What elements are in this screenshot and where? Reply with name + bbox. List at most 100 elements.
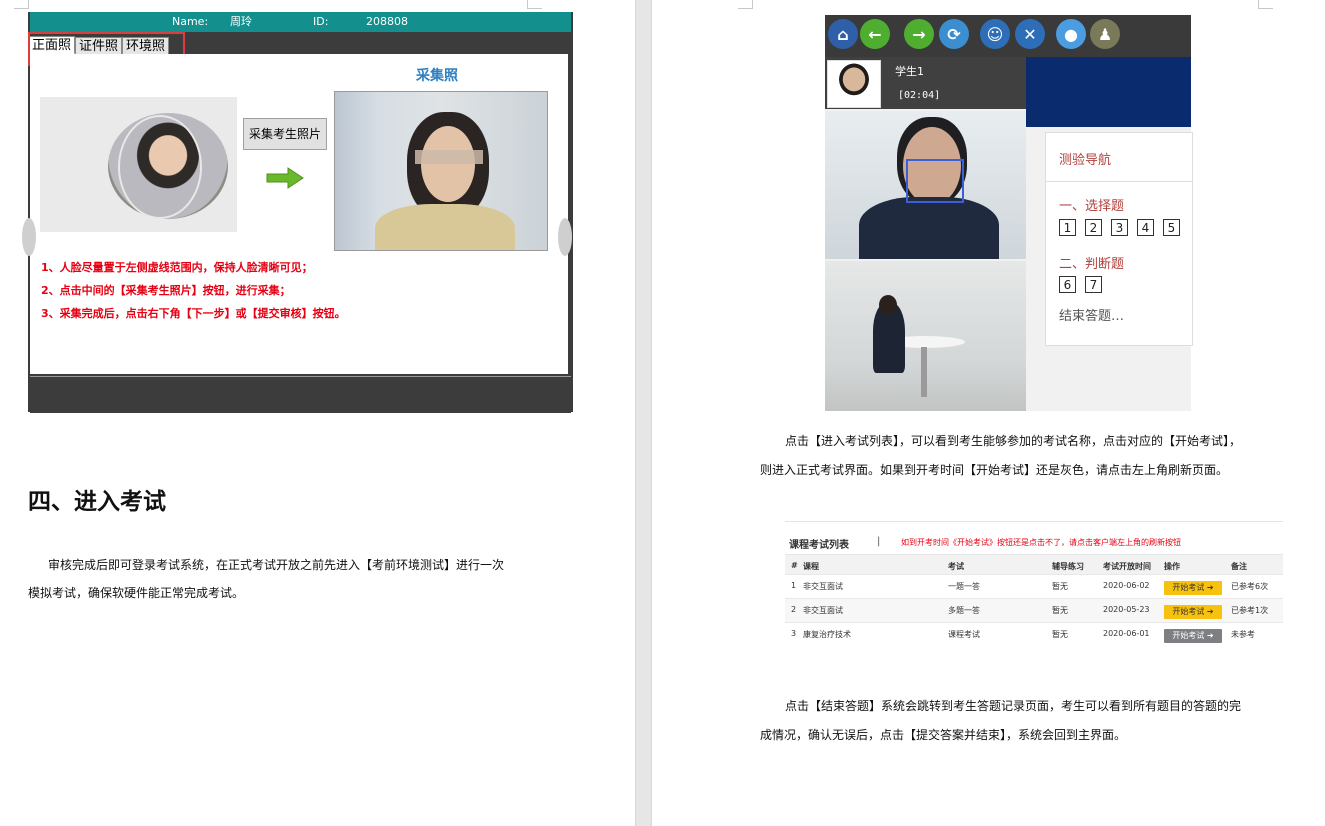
avatar-icon[interactable]: ♟ [1090, 19, 1120, 49]
face-camera-feed [825, 111, 1026, 259]
column-header: # [791, 561, 798, 570]
refresh-notice: 如到开考时间《开始考试》按钮还是点击不了，请点击客户端左上角的刷新按钮 [901, 538, 1181, 547]
page-gutter [635, 0, 652, 826]
column-header: 操作 [1164, 562, 1180, 571]
course-name: 康复治疗技术 [803, 630, 851, 639]
captured-photo [334, 91, 548, 251]
paragraph-line: 点击【进入考试列表】，可以看到考生能够参加的考试名称，点击对应的【开始考试】， [785, 434, 1242, 448]
note-cell: 已参考1次 [1231, 606, 1269, 615]
question-button-7[interactable]: 7 [1085, 276, 1102, 293]
course-name: 非交互面试 [803, 606, 843, 615]
document-page-left: Name: 周玲 ID: 208808 正面照 证件照 环境照 采集照 采集考生… [0, 0, 635, 826]
column-header: 辅导练习 [1052, 562, 1084, 571]
practice-cell: 暂无 [1052, 582, 1068, 591]
question-button-5[interactable]: 5 [1163, 219, 1180, 236]
instruction-line-1: 1、人脸尽量置于左侧虚线范围内，保持人脸清晰可见； [41, 261, 313, 274]
exam-toolbar: ⌂ ← → ⟳ ☺ ✕ ● ♟ [825, 15, 1191, 57]
quiz-nav-title: 测验导航 [1059, 153, 1112, 168]
accessibility-icon[interactable]: ☺ [980, 19, 1010, 49]
back-arrow-icon[interactable]: ← [860, 19, 890, 49]
course-list-title: 课程考试列表 [789, 540, 849, 551]
quiz-navigation-panel: 测验导航 一、选择题 1 2 3 4 5 二、判断题 6 7 结束答题… [1045, 132, 1193, 346]
paragraph-line: 则进入正式考试界面。如果到开考时间【开始考试】还是灰色，请点击左上角刷新页面。 [760, 463, 1229, 477]
divider [785, 521, 1283, 522]
scroll-handle-left[interactable] [22, 218, 36, 256]
exam-banner [1026, 57, 1191, 127]
question-button-1[interactable]: 1 [1059, 219, 1076, 236]
table-row: 1 非交互面试 一题一答 暂无 2020-06-02 开始考试 ➔ 已参考6次 [785, 574, 1283, 599]
crop-mark [14, 0, 29, 9]
column-header: 考试 [948, 562, 964, 571]
face-guide-preview [40, 97, 237, 232]
face-guide-outline [118, 115, 202, 219]
student-avatar [827, 60, 881, 108]
start-exam-button[interactable]: 开始考试 ➔ [1164, 605, 1222, 619]
exam-name: 多题一答 [948, 606, 980, 615]
start-exam-button-disabled[interactable]: 开始考试 ➔ [1164, 629, 1222, 643]
capture-title: 采集照 [416, 68, 458, 84]
divider [1046, 181, 1192, 182]
capture-photo-button[interactable]: 采集考生照片 [243, 118, 327, 150]
question-button-6[interactable]: 6 [1059, 276, 1076, 293]
face-detection-box [906, 159, 964, 203]
green-arrow-right-icon [266, 167, 304, 189]
start-exam-button[interactable]: 开始考试 ➔ [1164, 581, 1222, 595]
open-time: 2020-06-01 [1103, 629, 1150, 638]
open-time: 2020-06-02 [1103, 581, 1150, 590]
paragraph-line: 审核完成后即可登录考试系统，在正式考试开放之前先进入【考前环境测试】进行一次 [48, 558, 505, 572]
crop-mark [527, 0, 542, 9]
section-title-judgement: 二、判断题 [1059, 257, 1125, 272]
instruction-line-3: 3、采集完成后，点击右下角【下一步】或【提交审核】按钮。 [41, 307, 346, 320]
crop-mark [738, 0, 753, 9]
course-name: 非交互面试 [803, 582, 843, 591]
settings-icon[interactable]: ✕ [1015, 19, 1045, 49]
paragraph-line: 点击【结束答题】系统会跳转到考生答题记录页面，考生可以看到所有题目的答题的完 [785, 699, 1242, 713]
practice-cell: 暂无 [1052, 630, 1068, 639]
capture-header: Name: 周玲 ID: 208808 [30, 12, 571, 32]
section-heading: 四、进入考试 [28, 488, 166, 515]
column-header: 备注 [1231, 562, 1247, 571]
student-name: 学生1 [895, 65, 924, 78]
scroll-handle-right[interactable] [558, 218, 572, 256]
photo-capture-window: Name: 周玲 ID: 208808 正面照 证件照 环境照 采集照 采集考生… [28, 12, 573, 413]
chat-icon[interactable]: ● [1056, 19, 1086, 49]
open-time: 2020-05-23 [1103, 605, 1150, 614]
name-label: Name: [172, 15, 209, 28]
course-exam-list: 课程考试列表 | 如到开考时间《开始考试》按钮还是点击不了，请点击客户端左上角的… [785, 521, 1283, 646]
refresh-icon[interactable]: ⟳ [939, 19, 969, 49]
exam-name: 一题一答 [948, 582, 980, 591]
practice-cell: 暂无 [1052, 606, 1068, 615]
question-button-2[interactable]: 2 [1085, 219, 1102, 236]
column-header: 课程 [803, 562, 819, 571]
question-button-4[interactable]: 4 [1137, 219, 1154, 236]
question-button-3[interactable]: 3 [1111, 219, 1128, 236]
capture-footer [30, 376, 571, 413]
name-value: 周玲 [230, 15, 252, 28]
environment-camera-feed [825, 261, 1026, 411]
table-row: 3 康复治疗技术 课程考试 暂无 2020-06-01 开始考试 ➔ 未参考 [785, 622, 1283, 647]
table-row: 2 非交互面试 多题一答 暂无 2020-05-23 开始考试 ➔ 已参考1次 [785, 598, 1283, 623]
note-cell: 已参考6次 [1231, 582, 1269, 591]
id-value: 208808 [366, 15, 408, 28]
paragraph-line: 成情况，确认无误后，点击【提交答案并结束】，系统会回到主界面。 [760, 728, 1127, 742]
table-header: # 课程 考试 辅导练习 考试开放时间 操作 备注 [785, 554, 1283, 575]
capture-body: 采集照 采集考生照片 1、人脸尽量置于左侧虚线范围内，保持人脸清晰可见； 2、点… [30, 54, 568, 374]
exam-window: ⌂ ← → ⟳ ☺ ✕ ● ♟ 学生1 [02:04] 测验导航 一、选择题 1… [825, 15, 1193, 411]
crop-mark [1258, 0, 1273, 9]
paragraph-line: 模拟考试，确保软硬件能正常完成考试。 [28, 586, 245, 600]
section-title-choice: 一、选择题 [1059, 199, 1125, 214]
forward-arrow-icon[interactable]: → [904, 19, 934, 49]
row-number: 3 [791, 629, 797, 638]
finish-answering-link[interactable]: 结束答题… [1059, 305, 1124, 324]
note-cell: 未参考 [1231, 630, 1255, 639]
title-separator: | [877, 536, 881, 547]
column-header: 考试开放时间 [1103, 562, 1151, 571]
exam-name: 课程考试 [948, 630, 980, 639]
home-icon[interactable]: ⌂ [828, 19, 858, 49]
instruction-line-2: 2、点击中间的【采集考生照片】按钮，进行采集； [41, 284, 291, 297]
student-info-bar: 学生1 [02:04] [825, 57, 1026, 109]
row-number: 2 [791, 605, 797, 614]
row-number: 1 [791, 581, 797, 590]
id-label: ID: [313, 15, 329, 28]
exam-timer: [02:04] [898, 90, 941, 101]
